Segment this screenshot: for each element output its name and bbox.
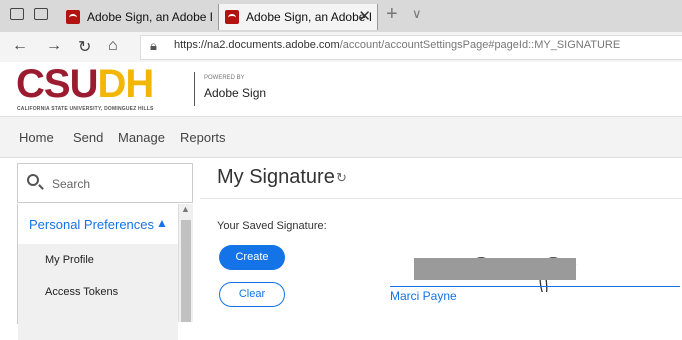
tab-list-chevron-icon[interactable]: ∨ xyxy=(412,6,422,22)
forward-icon[interactable]: → xyxy=(46,37,62,55)
scroll-thumb[interactable] xyxy=(181,220,191,322)
nav-home[interactable]: Home xyxy=(19,130,54,145)
refresh-icon[interactable]: ↻ xyxy=(336,170,347,186)
site-header: CSUDH CALIFORNIA STATE UNIVERSITY, DOMIN… xyxy=(0,62,682,117)
redaction-bar xyxy=(414,258,576,280)
sidebar-section-personal-preferences[interactable]: Personal Preferences ▲ xyxy=(18,204,178,242)
new-tab-icon[interactable]: + xyxy=(386,3,398,26)
home-icon[interactable]: ⌂ xyxy=(108,37,118,55)
sidebar-nav: Personal Preferences ▲ My Profile Access… xyxy=(17,204,194,340)
top-nav: Home Send Manage Reports xyxy=(0,117,682,158)
nav-send[interactable]: Send xyxy=(73,130,103,145)
browser-address-row: ← → ↻ ⌂ 🔒︎ https://na2.documents.adobe.c… xyxy=(0,32,682,63)
browser-tab-2-active[interactable]: Adobe Sign, an Adobe I ✕ xyxy=(218,4,378,30)
set-aside-tabs-icon[interactable] xyxy=(34,8,48,20)
csudh-logo[interactable]: CSUDH xyxy=(16,64,154,104)
chevron-up-icon: ▲ xyxy=(156,216,168,230)
browser-tab-strip: Adobe Sign, an Adobe Doc Adobe Sign, an … xyxy=(0,0,682,32)
saved-signature-label: Your Saved Signature: xyxy=(217,220,327,232)
url-text[interactable]: https://na2.documents.adobe.com/account/… xyxy=(174,39,620,51)
signature-line xyxy=(390,286,680,287)
search-icon xyxy=(27,174,39,186)
adobe-sign-label: Adobe Sign xyxy=(204,86,267,100)
create-button[interactable]: Create xyxy=(219,245,285,270)
adobe-sign-favicon-icon xyxy=(66,10,80,24)
sidebar-item-label: My Profile xyxy=(45,254,94,266)
nav-reports[interactable]: Reports xyxy=(180,130,226,145)
page-title: My Signature xyxy=(217,166,335,188)
tab-actions-icon[interactable] xyxy=(10,8,24,20)
search-placeholder: Search xyxy=(52,177,91,191)
section-label: Personal Preferences xyxy=(29,217,155,232)
close-tab-icon[interactable]: ✕ xyxy=(358,7,371,25)
search-input[interactable]: Search xyxy=(17,163,193,203)
logo-subtitle: CALIFORNIA STATE UNIVERSITY, DOMINGUEZ H… xyxy=(17,106,154,112)
sidebar-item-my-profile[interactable]: My Profile xyxy=(18,244,178,276)
sidebar-item-partial[interactable] xyxy=(18,308,178,340)
title-divider xyxy=(200,198,682,199)
nav-manage[interactable]: Manage xyxy=(118,130,165,145)
clear-button[interactable]: Clear xyxy=(219,282,285,307)
browser-tab-1[interactable]: Adobe Sign, an Adobe Doc xyxy=(60,4,212,30)
refresh-icon[interactable]: ↻ xyxy=(78,37,91,57)
sidebar-item-access-tokens[interactable]: Access Tokens xyxy=(18,276,178,308)
lock-icon: 🔒︎ xyxy=(150,38,157,53)
adobe-sign-favicon-icon xyxy=(225,10,239,24)
powered-by-label: POWERED BY xyxy=(204,75,245,81)
tab-title: Adobe Sign, an Adobe Doc xyxy=(87,10,212,24)
signer-name: Marci Payne xyxy=(390,289,457,303)
tab-title: Adobe Sign, an Adobe I xyxy=(246,10,373,24)
scroll-up-icon[interactable]: ▲ xyxy=(181,204,190,214)
sidebar-scrollbar[interactable]: ▲ xyxy=(178,204,193,322)
logo-divider xyxy=(194,72,195,106)
sidebar-item-label: Access Tokens xyxy=(45,286,119,298)
back-icon[interactable]: ← xyxy=(12,37,28,55)
